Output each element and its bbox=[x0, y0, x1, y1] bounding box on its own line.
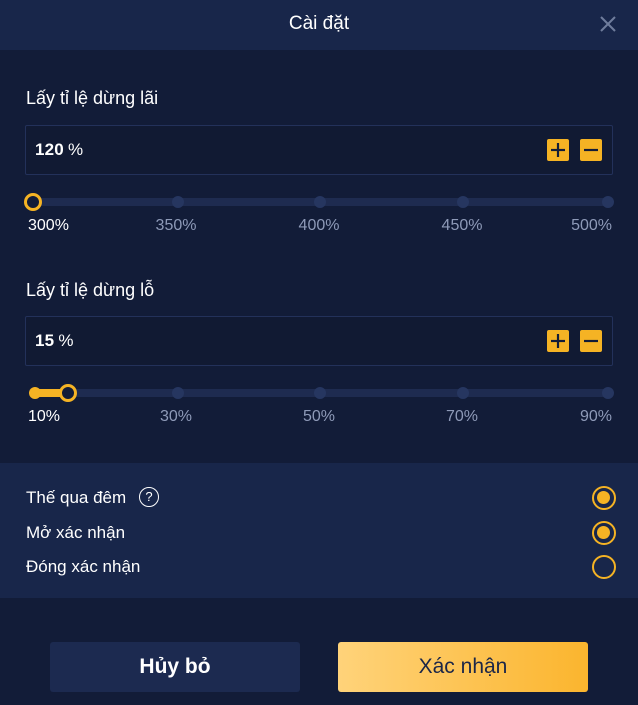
take-profit-increase-button[interactable] bbox=[547, 139, 569, 161]
option-label: Mở xác nhận bbox=[26, 523, 126, 542]
slider-step-dot bbox=[602, 387, 614, 399]
slider-step-dot bbox=[314, 196, 326, 208]
slider-step-dot bbox=[172, 387, 184, 399]
slider-tick-label: 10% bbox=[28, 408, 61, 425]
radio-dot bbox=[597, 491, 610, 504]
take-profit-decrease-button[interactable] bbox=[580, 139, 602, 161]
options-panel: Thế qua đêm ? Mở xác nhận Đóng xác nhận bbox=[0, 463, 638, 598]
take-profit-slider[interactable]: 300% 350% 400% 450% 500% bbox=[24, 181, 615, 234]
slider-tick-label: 400% bbox=[298, 217, 340, 234]
close-icon[interactable] bbox=[598, 14, 618, 34]
slider-tick-label: 50% bbox=[302, 408, 336, 425]
question-circle-icon[interactable]: ? bbox=[139, 487, 159, 507]
minus-icon bbox=[584, 339, 598, 343]
dialog-title: Cài đặt bbox=[288, 13, 350, 34]
slider-tick-label: 30% bbox=[159, 408, 193, 425]
stop-loss-unit: % bbox=[58, 331, 74, 350]
stop-loss-slider[interactable]: 10% 30% 50% 70% 90% bbox=[25, 372, 615, 425]
slider-step-dot bbox=[172, 196, 184, 208]
slider-tick-label: 90% bbox=[579, 408, 612, 425]
minus-icon bbox=[584, 148, 598, 152]
slider-step-dot bbox=[29, 387, 41, 399]
stop-loss-number: 15 bbox=[35, 331, 55, 350]
slider-step-dot bbox=[602, 196, 614, 208]
take-profit-title: Lấy tỉ lệ dừng lãi bbox=[26, 88, 159, 108]
option-radio-checked[interactable] bbox=[592, 486, 616, 510]
slider-tick-label: 350% bbox=[155, 217, 197, 234]
stop-loss-decrease-button[interactable] bbox=[580, 330, 602, 352]
option-label: Thế qua đêm bbox=[26, 488, 127, 507]
take-profit-value: 120% bbox=[35, 140, 83, 160]
option-close-confirm[interactable]: Đóng xác nhận bbox=[26, 554, 616, 580]
option-label: Đóng xác nhận bbox=[26, 557, 141, 576]
slider-step-dot bbox=[314, 387, 326, 399]
slider-tick-label: 70% bbox=[445, 408, 479, 425]
slider-step-dot bbox=[457, 196, 469, 208]
option-overnight[interactable]: Thế qua đêm ? bbox=[26, 485, 616, 511]
confirm-button[interactable]: Xác nhận bbox=[338, 642, 588, 692]
take-profit-number: 120 bbox=[35, 140, 64, 159]
stop-loss-increase-button[interactable] bbox=[547, 330, 569, 352]
slider-tick-label: 300% bbox=[28, 217, 69, 234]
stop-loss-input[interactable]: 15% bbox=[25, 316, 613, 366]
stop-loss-value: 15% bbox=[35, 331, 74, 351]
slider-step-dot bbox=[457, 387, 469, 399]
stop-loss-title: Lấy tỉ lệ dừng lỗ bbox=[26, 280, 155, 300]
option-radio-checked[interactable] bbox=[592, 521, 616, 545]
dialog-header: Cài đặt bbox=[0, 0, 638, 50]
plus-icon bbox=[551, 143, 565, 157]
radio-dot bbox=[597, 526, 610, 539]
plus-icon bbox=[551, 334, 565, 348]
option-open-confirm[interactable]: Mở xác nhận bbox=[26, 520, 616, 546]
take-profit-slider-thumb[interactable] bbox=[24, 193, 42, 211]
slider-tick-label: 500% bbox=[571, 217, 612, 234]
option-radio-unchecked[interactable] bbox=[592, 555, 616, 579]
take-profit-unit: % bbox=[67, 140, 84, 159]
take-profit-input[interactable]: 120% bbox=[25, 125, 613, 175]
stop-loss-slider-thumb[interactable] bbox=[59, 384, 77, 402]
slider-tick-label: 450% bbox=[441, 217, 483, 234]
cancel-button[interactable]: Hủy bỏ bbox=[50, 642, 300, 692]
